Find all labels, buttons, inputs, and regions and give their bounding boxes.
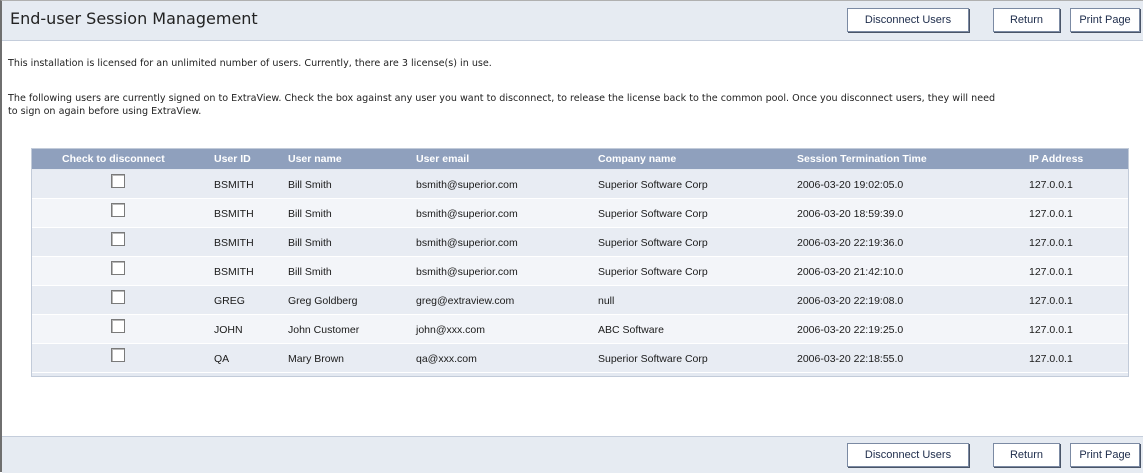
column-header-ip: IP Address <box>1029 153 1084 165</box>
column-header-user-name: User name <box>288 153 342 165</box>
cell-user-email: bsmith@superior.com <box>416 237 518 249</box>
cell-user-email: bsmith@superior.com <box>416 179 518 191</box>
cell-ip: 127.0.0.1 <box>1029 208 1073 220</box>
column-header-user-email: User email <box>416 153 470 165</box>
cell-user-id: BSMITH <box>214 237 254 249</box>
cell-company: Superior Software Corp <box>598 353 708 365</box>
disconnect-checkbox[interactable] <box>111 348 125 362</box>
cell-user-name: Bill Smith <box>288 237 332 249</box>
disconnect-users-button-top[interactable]: Disconnect Users <box>847 8 969 32</box>
cell-company: Superior Software Corp <box>598 179 708 191</box>
cell-ip: 127.0.0.1 <box>1029 353 1073 365</box>
disconnect-checkbox[interactable] <box>111 174 125 188</box>
cell-user-id: BSMITH <box>214 266 254 278</box>
table-row: GREG Greg Goldberg greg@extraview.com null 2… <box>32 286 1128 315</box>
cell-session-end: 2006-03-20 22:19:08.0 <box>797 295 904 307</box>
cell-user-email: bsmith@superior.com <box>416 266 518 278</box>
table-row: BSMITH Bill Smith bsmith@superior.com Super… <box>32 228 1128 257</box>
cell-ip: 127.0.0.1 <box>1029 237 1073 249</box>
cell-user-email: john@xxx.com <box>416 324 486 336</box>
cell-company: Superior Software Corp <box>598 266 708 278</box>
disconnect-checkbox[interactable] <box>111 232 125 246</box>
column-header-check: Check to disconnect <box>62 153 165 165</box>
cell-user-email: greg@extraview.com <box>416 295 515 307</box>
table-row: BSMITH Bill Smith bsmith@superior.com Super… <box>32 170 1128 199</box>
column-header-session-end: Session Termination Time <box>797 153 927 165</box>
cell-user-id: BSMITH <box>214 179 254 191</box>
cell-session-end: 2006-03-20 18:59:39.0 <box>797 208 904 220</box>
license-info-text: This installation is licensed for an unl… <box>8 58 492 69</box>
cell-session-end: 2006-03-20 22:19:36.0 <box>797 237 904 249</box>
cell-session-end: 2006-03-20 22:18:55.0 <box>797 353 904 365</box>
disconnect-checkbox[interactable] <box>111 319 125 333</box>
table-row: JOHN John Customer john@xxx.com ABC Softwar… <box>32 315 1128 344</box>
return-button-bottom[interactable]: Return <box>993 443 1060 467</box>
cell-user-name: John Customer <box>288 324 360 336</box>
table-header-row: Check to disconnect User ID User name Us… <box>32 149 1128 169</box>
cell-user-email: qa@xxx.com <box>416 353 477 365</box>
cell-ip: 127.0.0.1 <box>1029 266 1073 278</box>
instructions-text-line2: to sign on again before using ExtraView. <box>8 106 202 117</box>
cell-company: Superior Software Corp <box>598 237 708 249</box>
table-row: QA Mary Brown qa@xxx.com Superior Software … <box>32 344 1128 373</box>
cell-session-end: 2006-03-20 21:42:10.0 <box>797 266 904 278</box>
cell-user-name: Bill Smith <box>288 208 332 220</box>
cell-session-end: 2006-03-20 19:02:05.0 <box>797 179 904 191</box>
cell-user-id: GREG <box>214 295 245 307</box>
cell-user-name: Bill Smith <box>288 266 332 278</box>
page-title: End-user Session Management <box>10 9 258 28</box>
column-header-company: Company name <box>598 153 677 165</box>
disconnect-users-button-bottom[interactable]: Disconnect Users <box>847 443 969 467</box>
cell-user-name: Mary Brown <box>288 353 345 365</box>
cell-user-name: Greg Goldberg <box>288 295 358 307</box>
footer-bar: Disconnect Users Return Print Page <box>2 436 1143 473</box>
instructions-text-line1: The following users are currently signed… <box>8 93 996 104</box>
cell-ip: 127.0.0.1 <box>1029 295 1073 307</box>
table-row: BSMITH Bill Smith bsmith@superior.com Super… <box>32 199 1128 228</box>
cell-company: Superior Software Corp <box>598 208 708 220</box>
column-header-user-id: User ID <box>214 153 251 165</box>
cell-ip: 127.0.0.1 <box>1029 324 1073 336</box>
disconnect-checkbox[interactable] <box>111 290 125 304</box>
return-button-top[interactable]: Return <box>993 8 1060 32</box>
cell-session-end: 2006-03-20 22:19:25.0 <box>797 324 904 336</box>
sessions-table: Check to disconnect User ID User name Us… <box>31 148 1129 377</box>
cell-company: ABC Software <box>598 324 664 336</box>
cell-user-id: QA <box>214 353 230 365</box>
cell-user-name: Bill Smith <box>288 179 332 191</box>
cell-user-email: bsmith@superior.com <box>416 208 518 220</box>
table-row: BSMITH Bill Smith bsmith@superior.com Super… <box>32 257 1128 286</box>
cell-ip: 127.0.0.1 <box>1029 179 1073 191</box>
cell-user-id: BSMITH <box>214 208 254 220</box>
print-page-button-bottom[interactable]: Print Page <box>1070 443 1140 467</box>
cell-company: null <box>598 295 615 307</box>
disconnect-checkbox[interactable] <box>111 203 125 217</box>
disconnect-checkbox[interactable] <box>111 261 125 275</box>
cell-user-id: JOHN <box>214 324 243 336</box>
print-page-button-top[interactable]: Print Page <box>1070 8 1140 32</box>
header-bar: End-user Session Management Disconnect U… <box>2 1 1143 41</box>
